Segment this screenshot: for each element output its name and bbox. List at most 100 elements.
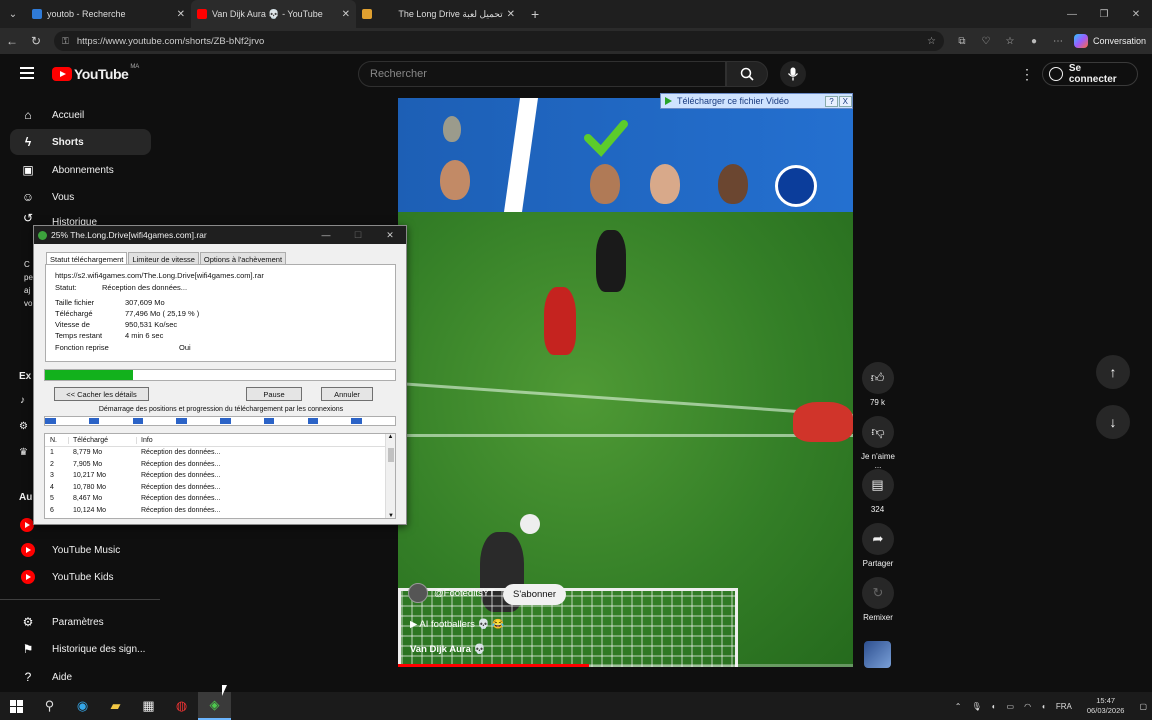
sidebar-item-label: Vous xyxy=(52,191,75,203)
dislike-action[interactable]: 👎︎ Je n'aime ... xyxy=(858,416,898,470)
signin-button[interactable]: Se connecter xyxy=(1042,62,1138,86)
cancel-button[interactable]: Annuler xyxy=(321,387,373,401)
sidebar-item-you[interactable]: ☺ Vous xyxy=(10,184,151,210)
sidebar-item-help[interactable]: ? Aide xyxy=(10,664,151,690)
browser-essentials-icon[interactable]: ♡ xyxy=(974,36,998,47)
gaming-icon[interactable]: ⚙ xyxy=(19,421,28,432)
music-note-icon[interactable]: ♪ xyxy=(20,395,25,406)
next-short-down-arrow-icon[interactable]: ↓ xyxy=(1096,405,1130,439)
sidebar-item-subscriptions[interactable]: ▣ Abonnements xyxy=(10,157,151,183)
table-scrollbar[interactable]: ▲ ▼ xyxy=(385,434,395,518)
comments-action[interactable]: ▤ 324 xyxy=(860,469,895,514)
sidebar-item-history[interactable]: ↺ Historique xyxy=(10,211,151,225)
volume-icon[interactable]: ◖ xyxy=(1041,702,1046,711)
browser-tab-search[interactable]: youtob - Recherche ✕ xyxy=(26,0,191,28)
app-icon[interactable]: ◍ xyxy=(165,692,198,720)
search-button[interactable] xyxy=(726,61,768,87)
language-indicator[interactable]: FRA xyxy=(1056,702,1072,711)
browser-tab-youtube[interactable]: Van Dijk Aura 💀 - YouTube ✕ xyxy=(191,0,356,28)
search-input[interactable]: Rechercher xyxy=(358,61,726,87)
youtube-logo[interactable]: YouTube MA xyxy=(52,64,139,82)
close-icon[interactable]: ✕ xyxy=(374,230,406,241)
column-header[interactable]: N. xyxy=(45,436,69,444)
copilot-button[interactable]: Conversation xyxy=(1074,34,1146,48)
column-header[interactable]: Info xyxy=(137,437,377,444)
extensions-icon[interactable]: ⧉ xyxy=(950,36,974,47)
scrollbar-thumb[interactable] xyxy=(388,448,394,462)
sound-thumbnail[interactable] xyxy=(864,641,891,668)
site-info-icon[interactable]: ⚿ xyxy=(62,36,69,47)
youtube-premium-icon[interactable] xyxy=(20,518,34,532)
tray-chevron-up-icon[interactable]: ⌃ xyxy=(955,702,962,711)
short-title[interactable]: Van Dijk Aura 💀 xyxy=(410,644,485,655)
notifications-icon[interactable]: ▢ xyxy=(1139,702,1147,711)
previous-short-up-arrow-icon[interactable]: ↑ xyxy=(1096,355,1130,389)
playlist-link[interactable]: ▶ AI footballers 💀 😂 xyxy=(410,619,504,630)
close-tab-icon[interactable]: ✕ xyxy=(342,9,350,20)
maximize-icon[interactable]: ☐ xyxy=(342,230,374,241)
like-action[interactable]: 👍︎ 79 k xyxy=(860,362,895,407)
minimize-icon[interactable]: — xyxy=(310,230,342,241)
subscribe-button[interactable]: S'abonner xyxy=(503,584,566,605)
scroll-down-icon[interactable]: ▼ xyxy=(388,513,394,518)
trophy-icon[interactable]: ♛ xyxy=(19,447,28,458)
download-close-button[interactable]: X xyxy=(838,95,852,107)
clock[interactable]: 15:47 06/03/2026 xyxy=(1087,696,1125,716)
edge-browser-icon[interactable]: ◉ xyxy=(66,692,99,720)
more-menu-icon[interactable]: ⋯ xyxy=(1046,36,1070,47)
table-row[interactable]: 5 8,467 Mo Réception des données... xyxy=(45,493,395,505)
favorite-star-icon[interactable]: ☆ xyxy=(927,36,936,47)
video-progress-bar[interactable] xyxy=(398,664,853,667)
close-tab-icon[interactable]: ✕ xyxy=(507,9,515,20)
network-tray-icon[interactable]: ◐ xyxy=(992,702,997,711)
maximize-icon[interactable]: ❐ xyxy=(1088,0,1120,28)
file-explorer-icon[interactable]: ▰ xyxy=(99,692,132,720)
dialog-titlebar[interactable]: 25% The.Long.Drive[wifi4games.com].rar —… xyxy=(34,226,406,244)
profile-icon[interactable]: ● xyxy=(1022,36,1046,47)
download-help-button[interactable]: ? xyxy=(825,95,838,107)
start-windows-icon[interactable] xyxy=(0,692,33,720)
refresh-icon[interactable]: ↻ xyxy=(24,34,48,48)
url-field[interactable]: ⚿ https://www.youtube.com/shorts/ZB-bNf2… xyxy=(54,31,944,51)
close-tab-icon[interactable]: ✕ xyxy=(177,9,185,20)
channel-name[interactable]: @FooteditsYT xyxy=(434,588,495,599)
pause-button[interactable]: Pause xyxy=(246,387,302,401)
hide-details-button[interactable]: << Cacher les détails xyxy=(54,387,149,401)
sidebar-item-shorts[interactable]: ϟ Shorts xyxy=(10,129,151,155)
back-arrow-icon[interactable]: ← xyxy=(0,34,24,48)
short-video-player[interactable] xyxy=(398,98,853,667)
taskbar-search-icon[interactable]: ⚲ xyxy=(33,692,66,720)
table-row[interactable]: 6 10,124 Mo Réception des données... xyxy=(45,505,395,517)
channel-avatar[interactable] xyxy=(408,583,428,603)
share-action[interactable]: ➦ Partager xyxy=(858,523,898,568)
sidebar-item-youtube-kids[interactable]: YouTube Kids xyxy=(10,564,151,590)
menu-hamburger-icon[interactable] xyxy=(20,67,34,79)
wifi-icon[interactable]: ◠ xyxy=(1024,702,1031,711)
close-window-icon[interactable]: ✕ xyxy=(1120,0,1152,28)
minimize-icon[interactable]: — xyxy=(1056,0,1088,28)
sidebar-item-settings[interactable]: ⚙ Paramètres xyxy=(10,609,151,635)
sidebar-item-home[interactable]: ⌂ Accueil xyxy=(10,102,151,128)
sidebar-item-report-history[interactable]: ⚑ Historique des sign... xyxy=(10,636,151,662)
voice-search-button[interactable] xyxy=(780,61,806,87)
table-row[interactable]: 3 10,217 Mo Réception des données... xyxy=(45,470,395,482)
download-manager-taskbar-icon[interactable]: ◈ xyxy=(198,692,231,720)
browser-tab-longdrive[interactable]: The Long Drive تحميل لعبة ✕ xyxy=(356,0,521,28)
remix-action[interactable]: ↻ Remixer xyxy=(858,577,898,622)
table-row[interactable]: 2 7,905 Mo Réception des données... xyxy=(45,459,395,471)
favorites-icon[interactable]: ☆ xyxy=(998,36,1022,47)
download-video-overlay[interactable]: Télécharger ce fichier Vidéo ? X xyxy=(660,93,853,109)
microphone-tray-icon[interactable]: 🎙︎ xyxy=(972,702,982,711)
column-header[interactable]: Téléchargé xyxy=(69,436,137,444)
tab-actions-chevron-icon[interactable]: ⌄ xyxy=(0,0,26,28)
table-row[interactable]: 1 8,779 Mo Réception des données... xyxy=(45,447,395,459)
store-icon[interactable]: ▦ xyxy=(132,692,165,720)
settings-kebab-icon[interactable]: ⋮ xyxy=(1020,66,1034,83)
table-row[interactable]: 4 10,780 Mo Réception des données... xyxy=(45,482,395,494)
sidebar-item-youtube-music[interactable]: YouTube Music xyxy=(10,537,151,563)
battery-tray-icon[interactable]: ▭ xyxy=(1007,702,1015,711)
download-url-text: https://s2.wifi4games.com/The.Long.Drive… xyxy=(55,271,264,280)
download-progress-fill xyxy=(45,370,134,380)
player-face xyxy=(440,160,470,200)
new-tab-plus-icon[interactable]: + xyxy=(531,6,539,22)
